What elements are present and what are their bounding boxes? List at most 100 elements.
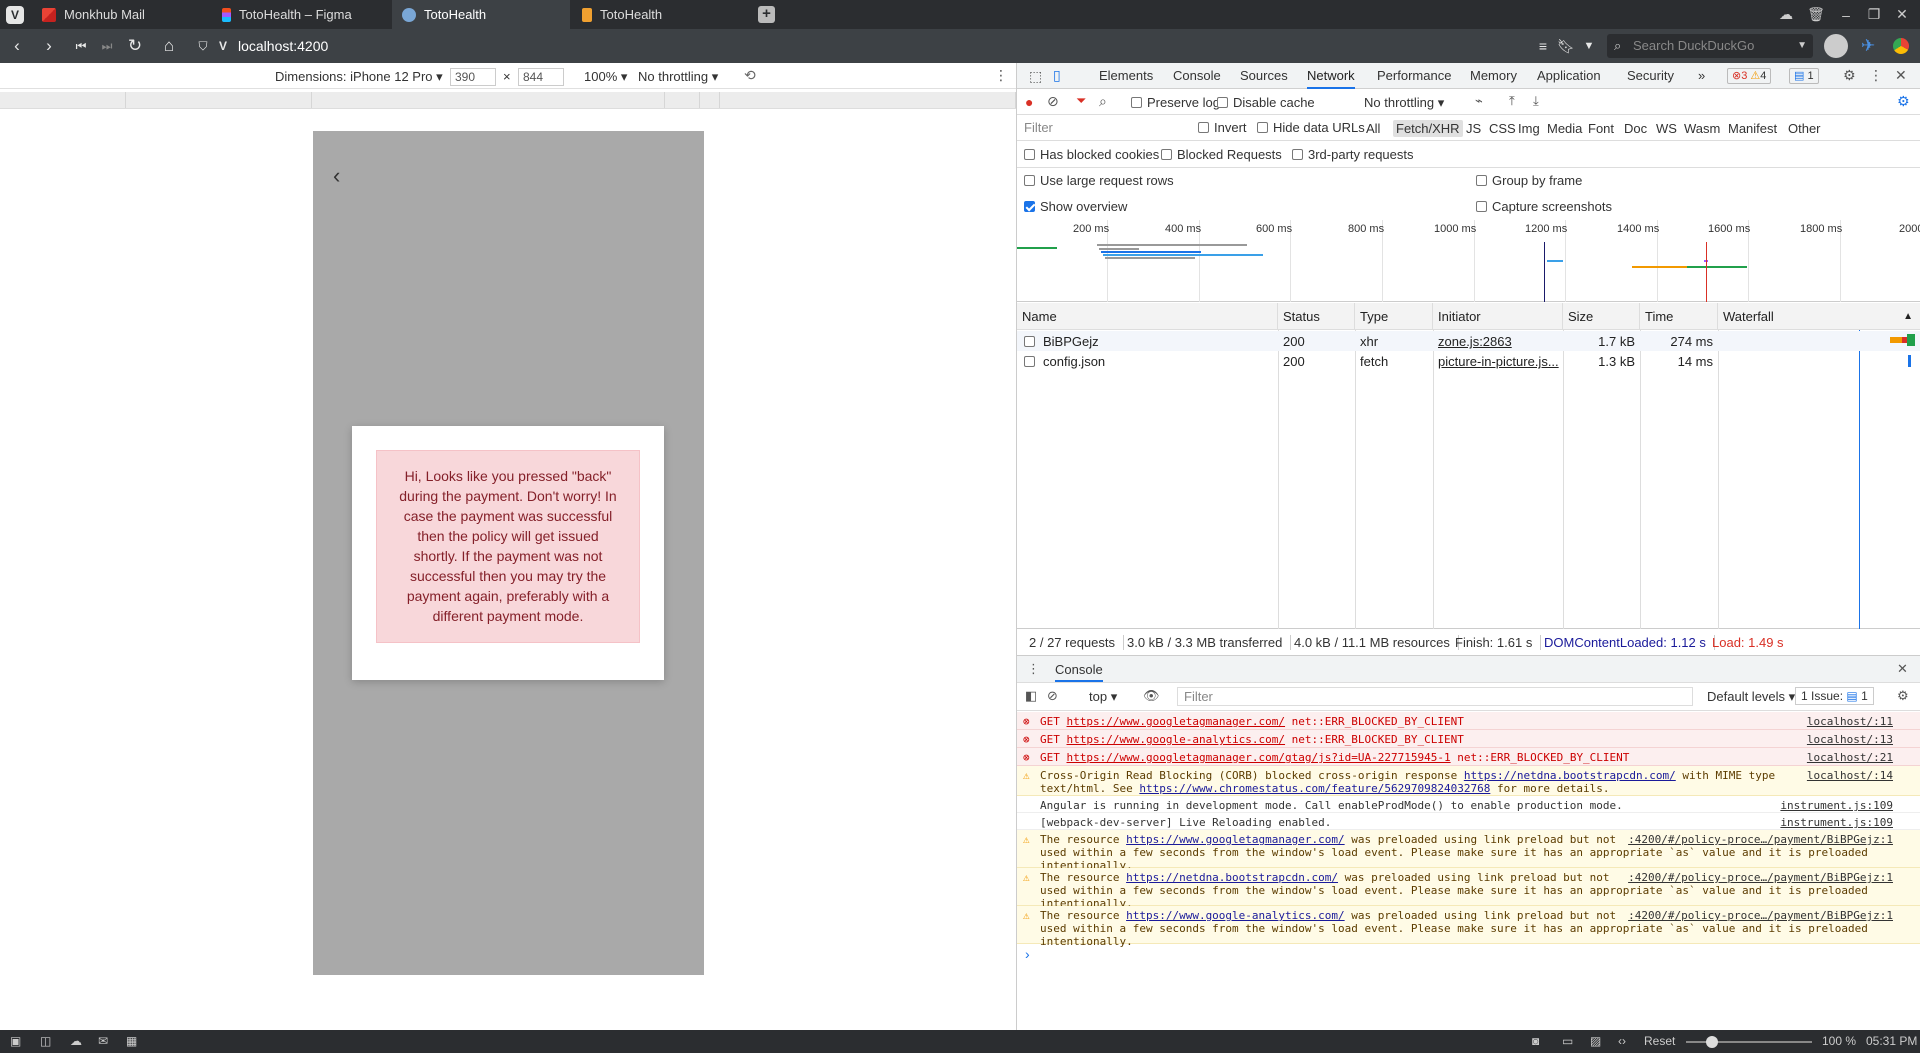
device-width-input[interactable]: 390	[450, 68, 496, 86]
show-overview-checkbox[interactable]: Show overview	[1024, 199, 1127, 214]
table-row[interactable]: config.json 200 fetch picture-in-picture…	[1017, 351, 1920, 371]
media-query-segment[interactable]	[720, 92, 1016, 108]
cloud-icon[interactable]: ☁	[70, 1034, 82, 1048]
console-link[interactable]: https://netdna.bootstrapcdn.com/	[1464, 769, 1676, 782]
tab-performance[interactable]: Performance	[1377, 63, 1451, 89]
source-link[interactable]: localhost/:11	[1807, 715, 1893, 728]
chevron-down-icon[interactable]: ▼	[1578, 35, 1600, 57]
filter-img[interactable]: Img	[1515, 120, 1543, 137]
console-link[interactable]: https://www.googletagmanager.com/	[1126, 833, 1345, 846]
camera-icon[interactable]: ◙	[1532, 1034, 1539, 1048]
device-toggle-icon[interactable]: ▯	[1053, 67, 1061, 84]
row-checkbox[interactable]	[1024, 354, 1040, 369]
console-filter-input[interactable]: Filter	[1177, 687, 1693, 706]
group-by-frame-checkbox[interactable]: Group by frame	[1476, 173, 1582, 188]
request-initiator-link[interactable]: picture-in-picture.js...	[1438, 354, 1560, 369]
issues-button[interactable]: 1 Issue: ▤ 1	[1795, 687, 1874, 705]
network-throttling-select[interactable]: No throttling ▾	[1364, 95, 1444, 111]
filter-other[interactable]: Other	[1785, 120, 1824, 137]
tab-network[interactable]: Network	[1307, 63, 1355, 89]
media-query-segment[interactable]	[700, 92, 720, 108]
column-time[interactable]: Time	[1640, 303, 1718, 330]
fast-forward-button[interactable]: ⏭	[96, 35, 118, 57]
tab-security[interactable]: Security	[1627, 63, 1674, 89]
hide-data-urls-checkbox[interactable]: Hide data URLs	[1257, 120, 1365, 135]
bookmark-icon[interactable]: 🔖︎	[1555, 35, 1577, 57]
close-window-button[interactable]: ✕	[1888, 0, 1916, 29]
settings-gear-icon[interactable]: ⚙	[1843, 67, 1856, 84]
source-link[interactable]: localhost/:13	[1807, 733, 1893, 746]
code-icon[interactable]: ‹›	[1618, 1034, 1626, 1048]
source-link[interactable]: instrument.js:109	[1780, 816, 1893, 829]
tab-console-drawer[interactable]: Console	[1055, 662, 1103, 682]
media-query-segment[interactable]	[0, 92, 126, 108]
tab-elements[interactable]: Elements	[1099, 63, 1153, 89]
more-tabs-button[interactable]: »	[1698, 63, 1705, 89]
third-party-requests-checkbox[interactable]: 3rd-party requests	[1292, 147, 1414, 162]
source-link[interactable]: :4200/#/policy-proce…/payment/BiBPGejz:1	[1628, 909, 1893, 922]
capture-screenshots-checkbox[interactable]: Capture screenshots	[1476, 199, 1612, 214]
filter-css[interactable]: CSS	[1486, 120, 1519, 137]
browser-tab-3[interactable]: TotoHealth	[392, 0, 570, 29]
messages-badge[interactable]: ▤ 1	[1789, 68, 1819, 84]
live-expression-eye-icon[interactable]: 👁︎	[1143, 688, 1160, 704]
image-icon[interactable]: ▨	[1590, 1034, 1601, 1048]
console-link[interactable]: https://www.googletagmanager.com/	[1067, 715, 1286, 728]
url-field[interactable]: localhost:4200	[238, 38, 328, 54]
context-select[interactable]: top ▾	[1089, 689, 1117, 705]
browser-tab-4[interactable]: TotoHealth	[572, 0, 750, 29]
avatar[interactable]	[1824, 34, 1848, 58]
media-query-segment[interactable]	[665, 92, 700, 108]
close-drawer-icon[interactable]: ✕	[1897, 661, 1908, 677]
media-query-segment[interactable]	[126, 92, 312, 108]
tab-console[interactable]: Console	[1173, 63, 1221, 89]
more-options-icon[interactable]: ⋮	[994, 67, 1008, 84]
media-query-segment[interactable]	[312, 92, 665, 108]
cloud-sync-icon[interactable]: ☁	[1772, 0, 1800, 29]
source-link[interactable]: :4200/#/policy-proce…/payment/BiBPGejz:1	[1628, 871, 1893, 884]
row-checkbox[interactable]	[1024, 334, 1040, 349]
console-link[interactable]: https://www.google-analytics.com/	[1126, 909, 1345, 922]
console-prompt[interactable]: ›	[1025, 946, 1030, 962]
forward-button[interactable]: ›	[38, 35, 60, 57]
drawer-menu-icon[interactable]: ⋮	[1027, 661, 1040, 677]
search-input[interactable]: ⌕ Search DuckDuckGo ▼	[1607, 34, 1813, 58]
clear-icon[interactable]: ⊘	[1047, 93, 1059, 110]
filter-js[interactable]: JS	[1463, 120, 1484, 137]
preserve-log-checkbox[interactable]: Preserve log	[1131, 95, 1220, 110]
reader-icon[interactable]: ≡	[1532, 35, 1554, 57]
zoom-slider[interactable]	[1686, 1036, 1812, 1048]
rotate-icon[interactable]: ⟲	[744, 67, 756, 84]
new-tab-button[interactable]: +	[758, 6, 775, 23]
column-waterfall[interactable]: Waterfall ▲	[1718, 303, 1920, 330]
console-link[interactable]: https://www.google-analytics.com/	[1067, 733, 1286, 746]
filter-wasm[interactable]: Wasm	[1681, 120, 1723, 137]
blocked-requests-checkbox[interactable]: Blocked Requests	[1161, 147, 1282, 162]
source-link[interactable]: localhost/:14	[1807, 769, 1893, 782]
shield-icon[interactable]: ⛉	[192, 35, 214, 57]
home-button[interactable]: ⌂	[158, 35, 180, 57]
panel-toggle-icon[interactable]: ▣	[10, 1034, 21, 1048]
filter-media[interactable]: Media	[1544, 120, 1585, 137]
mail-icon[interactable]: ✉	[98, 1034, 108, 1048]
tab-memory[interactable]: Memory	[1470, 63, 1517, 89]
vivaldi-logo-icon[interactable]: V	[6, 6, 24, 24]
column-name[interactable]: Name	[1017, 303, 1278, 330]
restore-button[interactable]: ❐	[1860, 0, 1888, 29]
network-conditions-icon[interactable]: ⌁	[1475, 93, 1483, 109]
sidebar-toggle-icon[interactable]: ◧	[1025, 688, 1037, 704]
network-settings-icon[interactable]: ⚙	[1897, 93, 1910, 110]
back-button[interactable]: ‹	[6, 35, 28, 57]
column-initiator[interactable]: Initiator	[1433, 303, 1563, 330]
network-overview[interactable]: 200 ms 400 ms 600 ms 800 ms 1000 ms 1200…	[1017, 220, 1920, 302]
trash-icon[interactable]: 🗑	[1802, 0, 1830, 29]
filter-ws[interactable]: WS	[1653, 120, 1680, 137]
zoom-select[interactable]: 100% ▾	[584, 69, 627, 85]
clear-console-icon[interactable]: ⊘	[1047, 688, 1058, 704]
close-devtools-icon[interactable]: ✕	[1895, 67, 1907, 84]
console-link[interactable]: https://netdna.bootstrapcdn.com/	[1126, 871, 1338, 884]
column-status[interactable]: Status	[1278, 303, 1355, 330]
devtools-menu-icon[interactable]: ⋮	[1869, 67, 1883, 84]
request-initiator-link[interactable]: zone.js:2863	[1438, 334, 1512, 349]
zoom-reset-button[interactable]: Reset	[1644, 1034, 1675, 1048]
